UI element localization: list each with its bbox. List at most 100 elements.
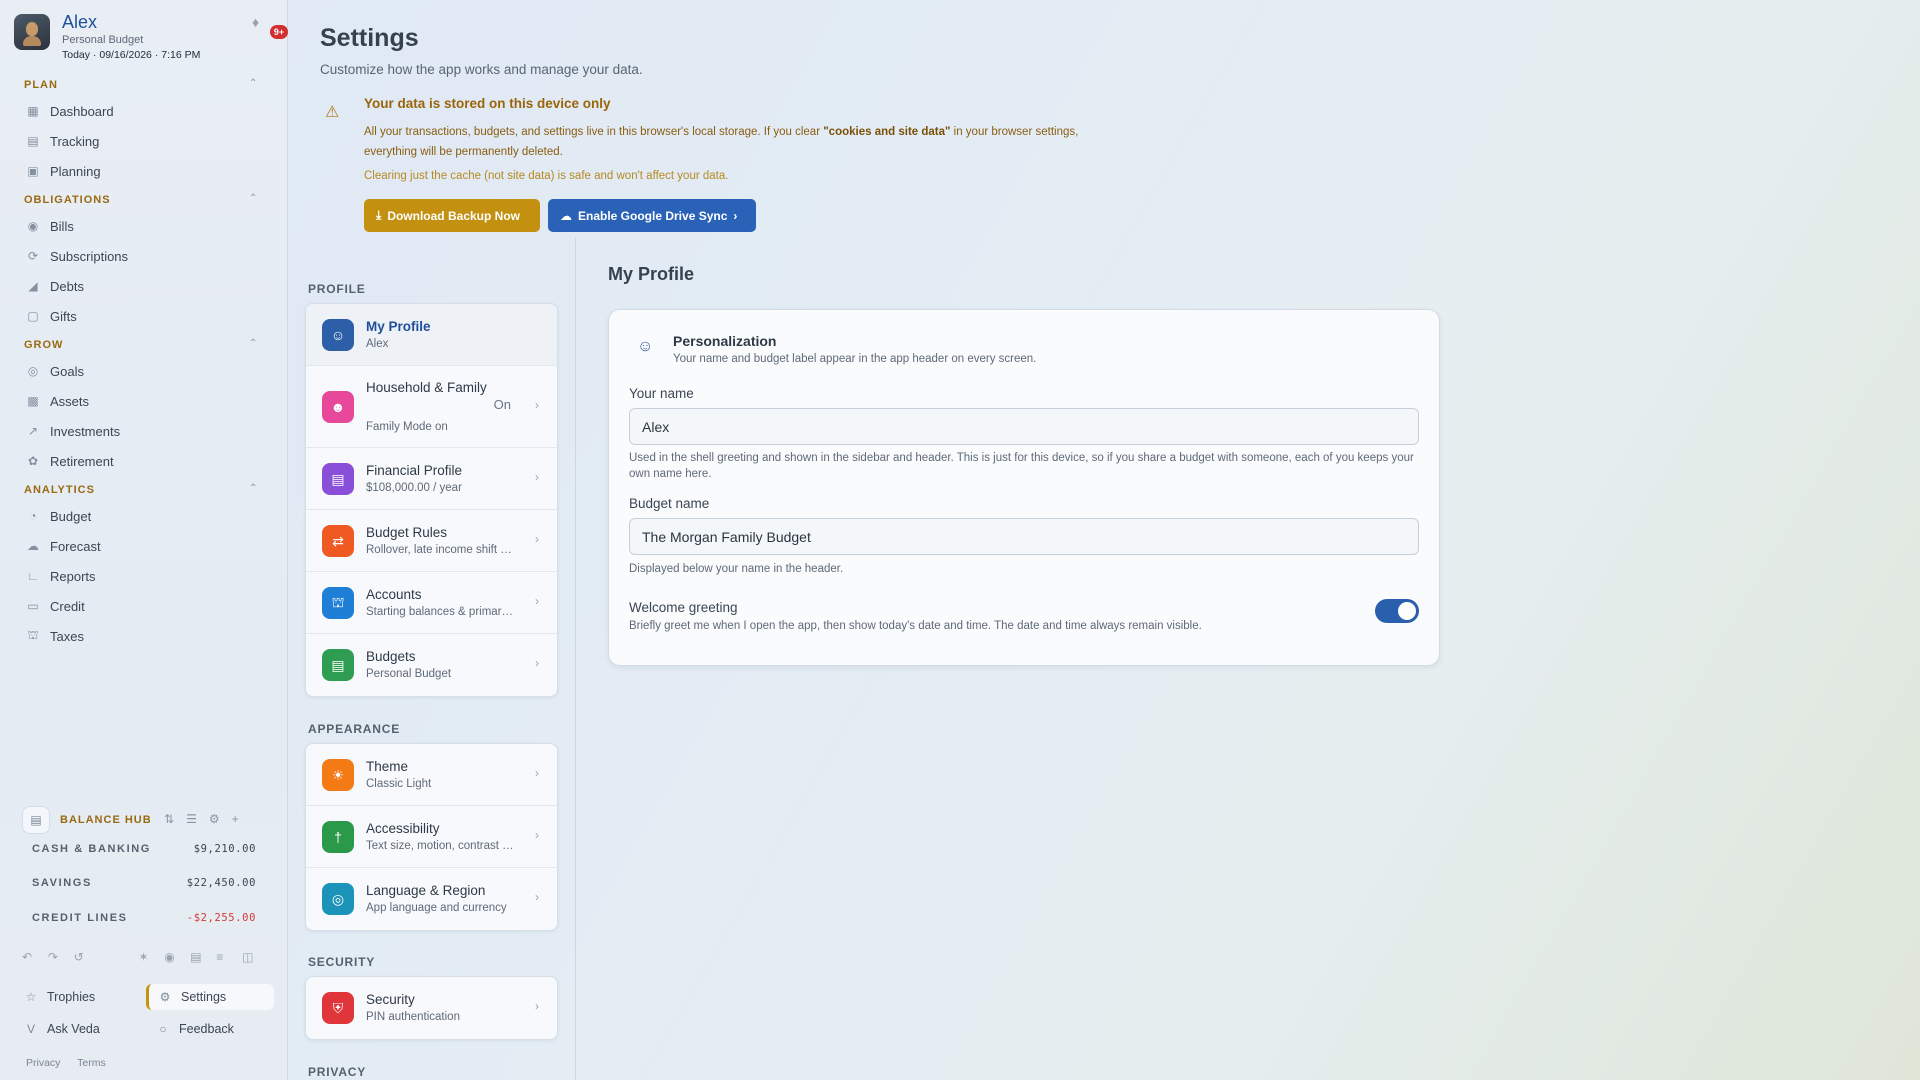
sidebar-item-dashboard[interactable]: ▦ Dashboard	[0, 96, 288, 126]
name-label: Your name	[629, 386, 694, 401]
globe-icon: ◎	[322, 883, 354, 915]
bank-icon: ⛫	[27, 628, 39, 642]
layers-icon[interactable]: ☰	[186, 812, 197, 826]
eye-icon[interactable]: ◉	[164, 950, 190, 970]
sidebar-item-budget[interactable]: ◔ Budget	[0, 501, 288, 531]
sidebar-item-tracking[interactable]: ▤ Tracking	[0, 126, 288, 156]
grid-icon: ▦	[27, 104, 39, 118]
sidebar-item-assets[interactable]: ▩ Assets	[0, 386, 288, 416]
sidebar-item-subscriptions[interactable]: ⟳ Subscriptions	[0, 241, 288, 271]
section-title: My Profile	[608, 264, 695, 284]
chart-icon: ∟	[27, 569, 39, 583]
sidebar-item-reports[interactable]: ∟ Reports	[0, 561, 288, 591]
balance-row-cash[interactable]: CASH & BANKING $9,210.00	[32, 843, 256, 861]
nav-head-plan[interactable]: PLAN ⌃	[0, 74, 288, 96]
card-icon: ▭	[27, 599, 39, 613]
gear-icon: ⚙	[159, 990, 171, 1004]
veda-icon: V	[26, 1022, 35, 1036]
balance-row-savings[interactable]: SAVINGS $22,450.00	[32, 877, 256, 895]
card-title: Personalization	[673, 333, 777, 349]
database-icon[interactable]: ▤	[190, 950, 216, 970]
nav-head-obligations[interactable]: OBLIGATIONS ⌃	[0, 189, 288, 211]
sidebar-item-taxes[interactable]: ⛫ Taxes	[0, 621, 288, 651]
nav-head-grow[interactable]: GROW ⌃	[0, 334, 288, 356]
redo-icon[interactable]: ↷	[48, 950, 74, 970]
bell-icon[interactable]: ♦	[252, 14, 272, 34]
sidebar-item-planning[interactable]: ▣ Planning	[0, 156, 288, 186]
chevron-right-icon: ›	[535, 828, 539, 842]
page-title: Settings	[320, 24, 419, 52]
family-icon: ☻	[322, 391, 354, 423]
bank-icon: ⛫	[322, 587, 354, 619]
accessibility-icon: †	[322, 821, 354, 853]
balance-row-credit[interactable]: CREDIT LINES -$2,255.00	[32, 912, 256, 930]
budget-name-label: Budget name	[629, 496, 710, 511]
sidebar-item-goals[interactable]: ◎ Goals	[0, 356, 288, 386]
sidebar-item-investments[interactable]: ↗ Investments	[0, 416, 288, 446]
wallet-icon[interactable]: ▤	[22, 806, 50, 834]
trophies-link[interactable]: ☆ Trophies	[24, 984, 96, 1010]
terms-link[interactable]: Terms	[77, 1057, 106, 1069]
settings-item-accessibility[interactable]: † Accessibility Text size, motion, contr…	[306, 806, 557, 868]
settings-item-theme[interactable]: ☀ Theme Classic Light ›	[306, 744, 557, 806]
seedling-icon: ✿	[27, 454, 39, 468]
trophy-icon: ☆	[25, 990, 37, 1004]
name-input[interactable]	[629, 408, 1419, 445]
avatar[interactable]	[14, 14, 50, 50]
settings-item-budgets[interactable]: ▤ Budgets Personal Budget ›	[306, 634, 557, 696]
settings-link[interactable]: ⚙ Settings	[146, 984, 274, 1010]
download-backup-button[interactable]: ⤓ Download Backup Now	[364, 199, 540, 232]
target-icon: ◎	[27, 364, 39, 378]
chevron-up-icon: ⌃	[249, 483, 259, 494]
balance-hub-title: BALANCE HUB	[60, 814, 152, 826]
legal-links: Privacy Terms	[26, 1057, 120, 1069]
nav-section-plan: PLAN ⌃ ▦ Dashboard ▤ Tracking ▣ Planning	[0, 74, 288, 186]
status-badge: On	[493, 397, 511, 412]
sidebar-item-credit[interactable]: ▭ Credit	[0, 591, 288, 621]
budget-name-help: Displayed below your name in the header.	[629, 563, 844, 575]
enable-drive-sync-button[interactable]: ☁ Enable Google Drive Sync ›	[548, 199, 756, 232]
user-icon: ☺	[322, 319, 354, 351]
settings-item-security[interactable]: ⛨ Security PIN authentication ›	[306, 977, 557, 1039]
chevron-right-icon: ›	[535, 398, 539, 412]
sidebar-item-gifts[interactable]: ▢ Gifts	[0, 301, 288, 331]
user-block[interactable]: Alex Personal Budget Today · 09/16/2026 …	[14, 12, 288, 64]
sidebar-item-retirement[interactable]: ✿ Retirement	[0, 446, 288, 476]
sliders-icon[interactable]: ≡	[216, 950, 242, 970]
chevron-right-icon: ›	[535, 470, 539, 484]
greeting-subtitle: Briefly greet me when I open the app, th…	[629, 620, 1202, 632]
undo-icon[interactable]: ↶	[22, 950, 48, 970]
name-help: Used in the shell greeting and shown in …	[629, 452, 1414, 480]
sidebar-item-forecast[interactable]: ☁ Forecast	[0, 531, 288, 561]
budget-name-input[interactable]	[629, 518, 1419, 555]
privacy-link[interactable]: Privacy	[26, 1057, 60, 1069]
building-icon: ▩	[27, 394, 39, 408]
settings-item-language-region[interactable]: ◎ Language & Region App language and cur…	[306, 868, 557, 930]
settings-item-accounts[interactable]: ⛫ Accounts Starting balances & primary a…	[306, 572, 557, 634]
nav-section-obligations: OBLIGATIONS ⌃ ◉ Bills ⟳ Subscriptions ◢ Debt…	[0, 189, 288, 331]
layout-icon[interactable]: ◫	[242, 950, 268, 970]
chevron-right-icon: ›	[535, 594, 539, 608]
settings-item-my-profile[interactable]: ☺ My Profile Alex	[306, 304, 557, 366]
feedback-link[interactable]: ○ Feedback	[156, 1016, 234, 1042]
settings-item-budget-rules[interactable]: ⇄ Budget Rules Rollover, late income shi…	[306, 510, 557, 572]
history-icon[interactable]: ↺	[74, 950, 100, 970]
ask-veda-link[interactable]: V Ask Veda	[24, 1016, 100, 1042]
gear-icon[interactable]: ⚙	[209, 812, 220, 826]
nav-head-analytics[interactable]: ANALYTICS ⌃	[0, 479, 288, 501]
chevron-right-icon: ›	[733, 208, 738, 223]
datetime-readout: Today · 09/16/2026 · 7:16 PM	[62, 49, 201, 61]
sparkle-icon[interactable]: ✶	[139, 950, 165, 970]
sidebar-item-debts[interactable]: ◢ Debts	[0, 271, 288, 301]
welcome-greeting-toggle[interactable]	[1375, 599, 1419, 623]
settings-item-financial-profile[interactable]: ▤ Financial Profile $108,000.00 / year ›	[306, 448, 557, 510]
notification-badge[interactable]: 9+	[270, 25, 288, 39]
cloud-icon: ☁	[560, 208, 572, 223]
sidebar: Alex Personal Budget Today · 09/16/2026 …	[0, 0, 288, 1080]
forecast-icon: ☁	[27, 539, 39, 553]
sidebar-item-bills[interactable]: ◉ Bills	[0, 211, 288, 241]
sort-icon[interactable]: ⇅	[164, 812, 174, 826]
settings-item-household[interactable]: ☻ Household & Family Family Mode on On ›	[306, 366, 557, 448]
shield-icon: ⛨	[322, 992, 354, 1024]
plus-icon[interactable]: +	[232, 812, 239, 826]
